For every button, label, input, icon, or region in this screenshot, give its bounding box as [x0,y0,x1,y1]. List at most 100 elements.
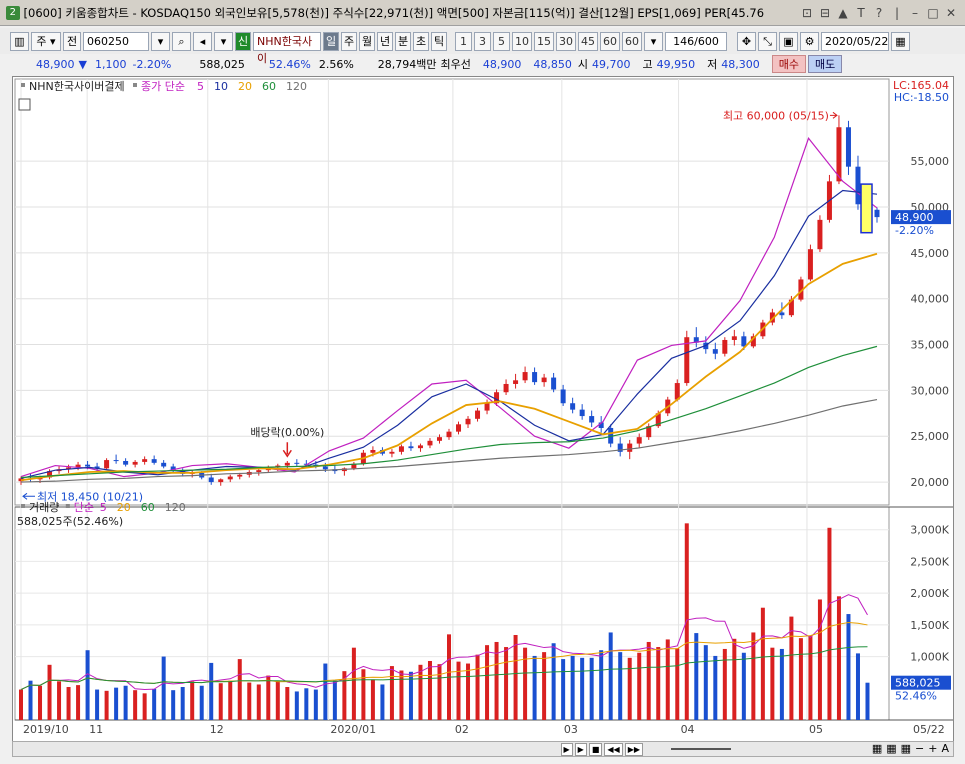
candle-body [503,383,509,393]
minute-6-button[interactable]: 45 [578,31,598,51]
minute-1-button[interactable]: 3 [474,31,491,51]
first-icon[interactable]: ▶ [560,743,573,756]
auto-icon[interactable]: A [941,742,949,755]
candle [807,244,813,282]
volume-bar [142,693,147,720]
candle [570,397,576,414]
minute-4-button[interactable]: 15 [534,31,554,51]
count-field[interactable]: 146/600 [665,31,727,51]
zoom-in-icon[interactable]: + [928,742,937,755]
close-icon[interactable]: ✕ [943,5,959,21]
volume-bar [627,657,632,720]
chart-menu-icon[interactable]: ▥ [10,31,29,51]
high-label: 고 [642,58,653,71]
candle-body [436,437,442,441]
draw-tool-icon[interactable]: ⤡ [758,31,777,51]
period-4-button[interactable]: 분 [395,31,411,51]
sell-button[interactable]: 매도 [808,55,843,73]
volume-bar [456,661,461,720]
volume-bar [66,687,71,720]
minimize-icon[interactable]: – [907,5,923,21]
minute-dropdown-icon[interactable]: ▾ [644,31,663,51]
candle [398,444,404,455]
stock-code-input[interactable]: 060250 [83,31,149,51]
crosshair-icon[interactable]: ✥ [737,31,756,51]
volume-bar [637,652,642,720]
minimize-tile-icon[interactable]: ⊟ [817,5,833,21]
chevron-down-icon[interactable]: ▾ [214,31,233,51]
stop-icon[interactable]: ■ [588,743,603,756]
volume-bar [855,653,860,720]
candlestick-chart[interactable]: 55,00050,00045,00040,00035,00030,00025,0… [13,77,953,741]
candle-body [731,336,737,340]
prev-button[interactable]: 전 [63,31,81,51]
period-2-button[interactable]: 월 [359,31,375,51]
volume-bar [104,690,109,720]
up-icon[interactable]: ▲ [835,5,851,21]
text-icon[interactable]: T [853,5,869,21]
search-icon[interactable]: ⌕ [172,31,191,51]
volume-bar [294,691,299,720]
chart-panel[interactable]: 55,000 50,000 45,000 40,000 35,000 30,000 25,0… [12,76,954,742]
help-icon[interactable]: ? [871,5,887,21]
speaker-icon[interactable]: ◂ [193,31,212,51]
market-select[interactable]: 주 ▾ [31,31,61,51]
volume-bar [646,641,651,720]
maximize-icon[interactable]: □ [925,5,941,21]
candle-body [398,446,404,452]
candle [465,416,471,428]
calendar-icon[interactable]: ▦ [891,31,910,51]
last-volume-label: 588,025 [895,677,941,690]
date-tick-label: 03 [564,723,578,736]
period-0-button[interactable]: 일 [323,31,339,51]
price-tick-label: 20,000 [911,476,950,489]
candle-body [836,127,842,182]
minute-5-button[interactable]: 30 [556,31,576,51]
period-6-button[interactable]: 틱 [431,31,447,51]
period-1-button[interactable]: 주 [341,31,357,51]
candle [161,460,167,469]
candle [817,215,823,252]
minute-0-button[interactable]: 1 [455,31,472,51]
volume-bar [380,684,385,720]
restore-icon[interactable]: ⊡ [799,5,815,21]
view2-icon[interactable]: ▦ [886,742,896,755]
stock-name[interactable]: NHN한국사이 [253,31,321,65]
zoom-out-icon[interactable]: − [915,742,924,755]
market-select-value: 주 [36,34,47,48]
date-field[interactable]: 2020/05/22 [821,31,889,51]
minute-3-button[interactable]: 10 [512,31,532,51]
volume-bar [304,688,309,720]
play-icon[interactable]: ▶ [574,743,587,756]
legend-marker [65,504,70,508]
view3-icon[interactable]: ▦ [901,742,911,755]
window-title: [0600] 키움종합차트 - KOSDAQ150 외국인보유[5,578(천)… [23,5,765,20]
volume-bar [180,687,185,720]
period-3-button[interactable]: 년 [377,31,393,51]
volume-bar [618,652,623,720]
volume-tick-label: 2,500K [910,555,949,568]
code-dropdown-icon[interactable]: ▾ [151,31,170,51]
minute-2-button[interactable]: 5 [493,31,510,51]
candle [417,443,423,452]
zoom-slider[interactable] [671,748,731,750]
next-icon[interactable]: ▶▶ [624,743,643,756]
candle-body [132,461,138,465]
minute-8-button[interactable]: 60 [622,31,642,51]
candle-body [541,377,547,383]
current-price: 48,900 [36,57,75,71]
ma-5-line [20,137,878,478]
save-icon[interactable]: ▣ [779,31,798,51]
volume-bar [437,664,442,720]
buy-button[interactable]: 매수 [771,55,807,73]
horizontal-scrollbar[interactable]: ▶ ▶ ■ ◀◀ ▶▶ ▦ ▦ ▦ − + A [12,741,954,757]
candle [532,367,538,385]
volume-bar [713,655,718,720]
prev-icon[interactable]: ◀◀ [604,743,623,756]
minute-7-button[interactable]: 60 [600,31,620,51]
period-5-button[interactable]: 초 [413,31,429,51]
view-icon[interactable]: ▦ [872,742,882,755]
volume-bar [589,657,594,720]
volume-ma-60-line [20,646,868,691]
gear-icon[interactable]: ⚙ [800,31,819,51]
